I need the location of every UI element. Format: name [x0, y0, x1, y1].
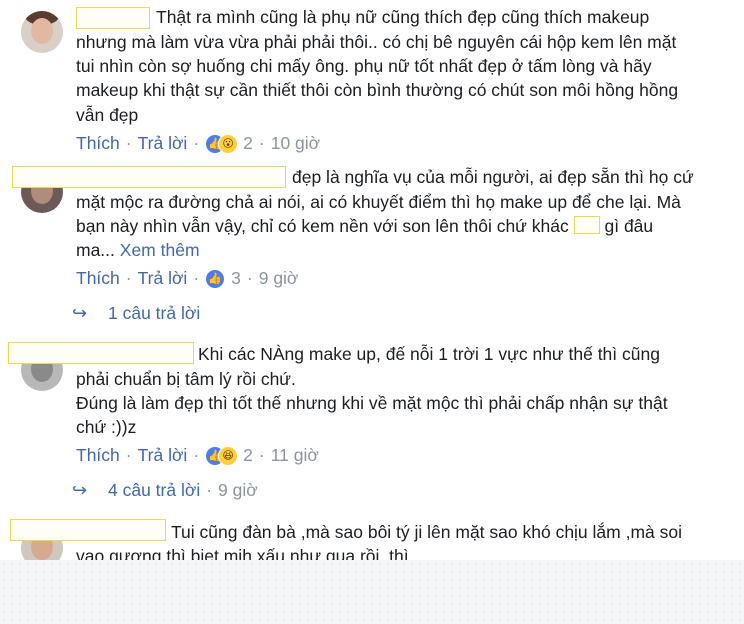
view-replies-link[interactable]: ↪ 4 câu trả lời · 9 giờ	[72, 479, 258, 501]
comment-text-line: phải chuẩn bị tâm lý rồi chứ.	[76, 369, 296, 389]
comment-time[interactable]: 11 giờ	[271, 444, 319, 466]
view-replies-link[interactable]: ↪ 1 câu trả lời	[72, 302, 200, 324]
replies-count[interactable]: 1 câu trả lời	[108, 303, 200, 323]
thumbs-up-icon: 👍	[205, 269, 226, 290]
redacted-word	[573, 216, 600, 234]
comment-text-segment: ma...	[76, 240, 115, 260]
reaction-count[interactable]: 2	[243, 132, 253, 154]
reactions[interactable]: 👍 😆	[205, 444, 239, 467]
comment-text-line: Tui cũng đàn bà ,mà sao bôi tý ji lên mặ…	[171, 522, 682, 542]
redacted-author-name[interactable]	[8, 342, 194, 364]
comment-text-line: tui nhìn còn sợ huống chi mấy ông. phụ n…	[76, 56, 652, 76]
see-more-link[interactable]: Xem thêm	[120, 240, 200, 260]
like-link[interactable]: Thích	[76, 444, 120, 466]
replies-time[interactable]: 9 giờ	[218, 480, 258, 500]
comment-text-line: vẫn đẹp	[76, 105, 139, 125]
comment-time[interactable]: 10 giờ	[271, 132, 320, 154]
avatar[interactable]	[21, 11, 63, 53]
redacted-author-name[interactable]	[12, 166, 286, 188]
comment-text-line: Đúng là làm đẹp thì tốt thế nhưng khi về…	[76, 393, 668, 413]
comment-text-line: mặt mộc ra đường chả ai nói, ai có khuyế…	[76, 192, 681, 212]
comment-text-line: Thật ra mình cũng là phụ nữ cũng thích đ…	[156, 7, 650, 27]
comment-text-line: bạn này nhìn vẫn vậy, chỉ có kem nền với…	[76, 214, 653, 239]
comment-time[interactable]: 9 giờ	[259, 267, 299, 289]
truncation-overlay	[0, 560, 744, 624]
comment-text-line: nhưng mà làm vừa vừa phải phải thôi.. có…	[76, 32, 677, 52]
comment-text-line: chứ :))z	[76, 417, 137, 437]
comment-text-line: đẹp là nghĩa vụ của mỗi người, ai đẹp sẵ…	[292, 167, 694, 187]
comment-text-line: ma... Xem thêm	[76, 238, 200, 263]
reaction-count[interactable]: 3	[231, 267, 241, 289]
reactions[interactable]: 👍	[205, 267, 227, 290]
like-link[interactable]: Thích	[76, 132, 120, 154]
comment-text-segment: gì đâu	[604, 216, 654, 236]
reactions[interactable]: 👍 😮	[205, 132, 239, 155]
reply-link[interactable]: Trả lời	[138, 444, 188, 466]
like-link[interactable]: Thích	[76, 267, 120, 289]
comment-text-segment: bạn này nhìn vẫn vậy, chỉ có kem nền với…	[76, 216, 569, 236]
comment-actions: Thích · Trả lời · 👍 3 · 9 giờ	[76, 267, 299, 290]
replies-count[interactable]: 4 câu trả lời	[108, 480, 200, 500]
comment-text-line: Khi các NÀng make up, đế nỗi 1 trời 1 vự…	[198, 344, 660, 364]
reply-arrow-icon: ↪	[72, 303, 88, 323]
reply-link[interactable]: Trả lời	[138, 132, 188, 154]
wow-face-icon: 😮	[218, 134, 239, 155]
reaction-count[interactable]: 2	[243, 444, 253, 466]
comment-actions: Thích · Trả lời · 👍 😮 2 · 10 giờ	[76, 132, 321, 155]
reply-link[interactable]: Trả lời	[138, 267, 188, 289]
comment-text-line: makeup khi thật sự cần thiết thôi còn bì…	[76, 80, 679, 100]
comment-actions: Thích · Trả lời · 👍 😆 2 · 11 giờ	[76, 444, 319, 467]
redacted-author-name[interactable]	[10, 519, 166, 541]
redacted-author-name[interactable]	[76, 7, 150, 29]
reply-arrow-icon: ↪	[72, 480, 88, 500]
haha-face-icon: 😆	[218, 446, 239, 467]
